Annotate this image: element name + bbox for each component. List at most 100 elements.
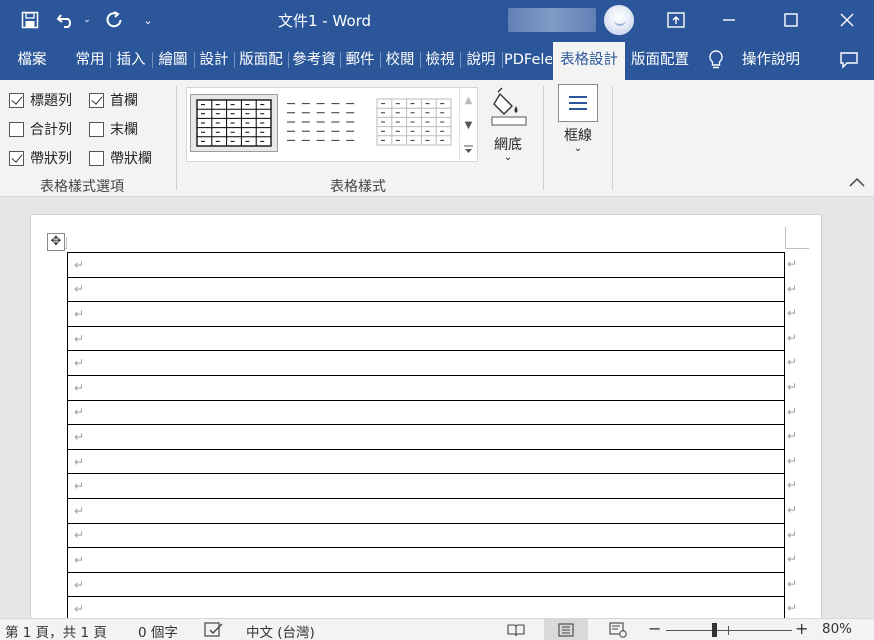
minimize-icon[interactable]	[706, 0, 752, 40]
zoom-in-button[interactable]: +	[795, 619, 808, 638]
last-column-option[interactable]: 末欄	[89, 119, 138, 139]
table-row[interactable]: ↵	[67, 448, 785, 475]
table-cell[interactable]: ↵	[67, 497, 785, 524]
first-column-option[interactable]: 首欄	[89, 90, 138, 110]
table-move-handle-icon[interactable]: ✥	[47, 233, 65, 251]
zoom-slider-thumb[interactable]	[712, 623, 717, 637]
gallery-scroll-up-icon[interactable]: ▲	[459, 88, 477, 112]
close-icon[interactable]	[824, 0, 870, 40]
table-style-plain[interactable]	[281, 94, 369, 152]
tell-me-search[interactable]: 操作說明	[736, 40, 806, 80]
tab-insert[interactable]: 插入	[112, 40, 150, 80]
banded-rows-checkbox[interactable]	[9, 150, 24, 166]
tab-view[interactable]: 檢視	[422, 40, 458, 80]
tab-help[interactable]: 說明	[462, 40, 500, 80]
zoom-out-button[interactable]: −	[648, 619, 661, 638]
print-layout-icon[interactable]	[544, 619, 588, 640]
table-row[interactable]: ↵	[67, 473, 785, 499]
comments-icon[interactable]	[834, 40, 864, 80]
table-cell[interactable]: ↵	[67, 448, 785, 475]
borders-button[interactable]: 框線 ⌄	[556, 84, 600, 164]
save-icon[interactable]	[16, 0, 44, 40]
tab-draw[interactable]: 繪圖	[154, 40, 192, 80]
table-cell[interactable]: ↵	[67, 399, 785, 426]
word-count[interactable]: 0 個字	[138, 621, 178, 640]
banded-columns-option[interactable]: 帶狀欄	[89, 148, 152, 168]
table-cell[interactable]: ↵	[67, 325, 785, 352]
tab-home[interactable]: 常用	[70, 40, 110, 80]
collapse-ribbon-icon[interactable]	[848, 176, 866, 190]
table-cell[interactable]: ↵	[67, 252, 785, 278]
gallery-more-icon[interactable]	[459, 138, 477, 162]
table-row[interactable]: ↵	[67, 252, 785, 278]
table-cell[interactable]: ↵	[67, 571, 785, 598]
last-column-checkbox[interactable]	[89, 121, 104, 137]
table-row[interactable]: ↵	[67, 276, 785, 303]
table-row[interactable]: ↵	[67, 497, 785, 524]
web-layout-icon[interactable]	[596, 619, 640, 640]
tab-table-layout[interactable]: 版面配置	[627, 40, 693, 80]
tab-references[interactable]: 參考資	[290, 40, 338, 80]
table-cell[interactable]: ↵	[67, 424, 785, 450]
gallery-scroll-down-icon[interactable]: ▼	[459, 113, 477, 137]
undo-icon[interactable]	[52, 0, 80, 40]
account-name-blurred[interactable]	[508, 8, 596, 32]
document-page[interactable]: ✥ ↵ ↵ ↵ ↵ ↵ ↵ ↵ ↵ ↵ ↵ ↵ ↵ ↵ ↵ ↵ ↵ ↵ ↵ ↵ ↵ ↵ ↵ ↵ ↵ ↵ ↵ ↵ ↵ ↵ ↵	[30, 214, 822, 618]
total-row-checkbox[interactable]	[9, 121, 24, 137]
table-cell[interactable]: ↵	[67, 473, 785, 499]
table-row[interactable]: ↵	[67, 424, 785, 450]
zoom-level[interactable]: 80%	[822, 621, 852, 637]
first-column-checkbox[interactable]	[89, 92, 104, 108]
table-row[interactable]: ↵	[67, 350, 785, 376]
tab-pdfelement[interactable]: PDFele	[504, 40, 552, 80]
read-mode-icon[interactable]	[494, 619, 538, 640]
avatar[interactable]	[604, 5, 634, 35]
tab-mailings[interactable]: 郵件	[342, 40, 378, 80]
total-row-option[interactable]: 合計列	[9, 119, 72, 139]
table-row[interactable]: ↵	[67, 547, 785, 573]
customize-qat-icon[interactable]: ⌄	[138, 0, 158, 40]
table-row[interactable]: ↵	[67, 374, 785, 401]
language-indicator[interactable]: 中文 (台灣)	[246, 621, 315, 640]
tab-file[interactable]: 檔案	[10, 40, 54, 80]
table-cell[interactable]: ↵	[67, 276, 785, 303]
table-cell[interactable]: ↵	[67, 350, 785, 376]
zoom-slider-track[interactable]	[666, 630, 792, 631]
end-of-row-mark: ↵	[787, 601, 798, 616]
lightbulb-icon[interactable]	[706, 40, 726, 80]
ribbon-display-options-icon[interactable]	[660, 0, 692, 40]
tab-design[interactable]: 設計	[196, 40, 232, 80]
table-row[interactable]: ↵	[67, 399, 785, 426]
ribbon: 標題列 首欄 合計列 末欄 帶狀列 帶狀欄 表格樣式選項 ▲ ▼ 表格樣式 網底…	[0, 80, 874, 197]
end-of-row-mark: ↵	[787, 380, 798, 394]
document-table[interactable]: ↵ ↵ ↵ ↵ ↵ ↵ ↵ ↵ ↵ ↵ ↵ ↵ ↵ ↵ ↵	[67, 252, 785, 618]
page-count[interactable]: 第 1 頁，共 1 頁	[5, 621, 107, 640]
table-row[interactable]: ↵	[67, 325, 785, 352]
proofing-icon[interactable]	[204, 622, 224, 640]
table-style-grid-selected[interactable]	[190, 94, 278, 152]
header-row-option[interactable]: 標題列	[9, 90, 72, 110]
table-style-light-grid[interactable]	[371, 94, 459, 152]
table-cell[interactable]: ↵	[67, 301, 785, 327]
banded-columns-checkbox[interactable]	[89, 150, 104, 166]
banded-rows-option[interactable]: 帶狀列	[9, 148, 72, 168]
table-row[interactable]: ↵	[67, 301, 785, 327]
table-row[interactable]: ↵	[67, 571, 785, 598]
undo-dropdown-icon[interactable]: ⌄	[80, 0, 94, 40]
table-row[interactable]: ↵	[67, 522, 785, 549]
table-cell[interactable]: ↵	[67, 596, 785, 618]
tab-layout[interactable]: 版面配	[236, 40, 286, 80]
redo-icon[interactable]	[100, 0, 128, 40]
end-of-row-mark: ↵	[787, 527, 798, 542]
shading-button[interactable]: 網底 ⌄	[484, 86, 532, 166]
maximize-icon[interactable]	[768, 0, 814, 40]
header-row-checkbox[interactable]	[9, 92, 24, 108]
table-row[interactable]: ↵	[67, 596, 785, 618]
table-cell[interactable]: ↵	[67, 547, 785, 573]
paragraph-mark: ↵	[74, 577, 85, 592]
table-cell[interactable]: ↵	[67, 374, 785, 401]
table-cell[interactable]: ↵	[67, 522, 785, 549]
tab-review[interactable]: 校閱	[382, 40, 418, 80]
tab-table-design[interactable]: 表格設計	[553, 42, 625, 80]
end-of-row-mark: ↵	[787, 453, 798, 468]
